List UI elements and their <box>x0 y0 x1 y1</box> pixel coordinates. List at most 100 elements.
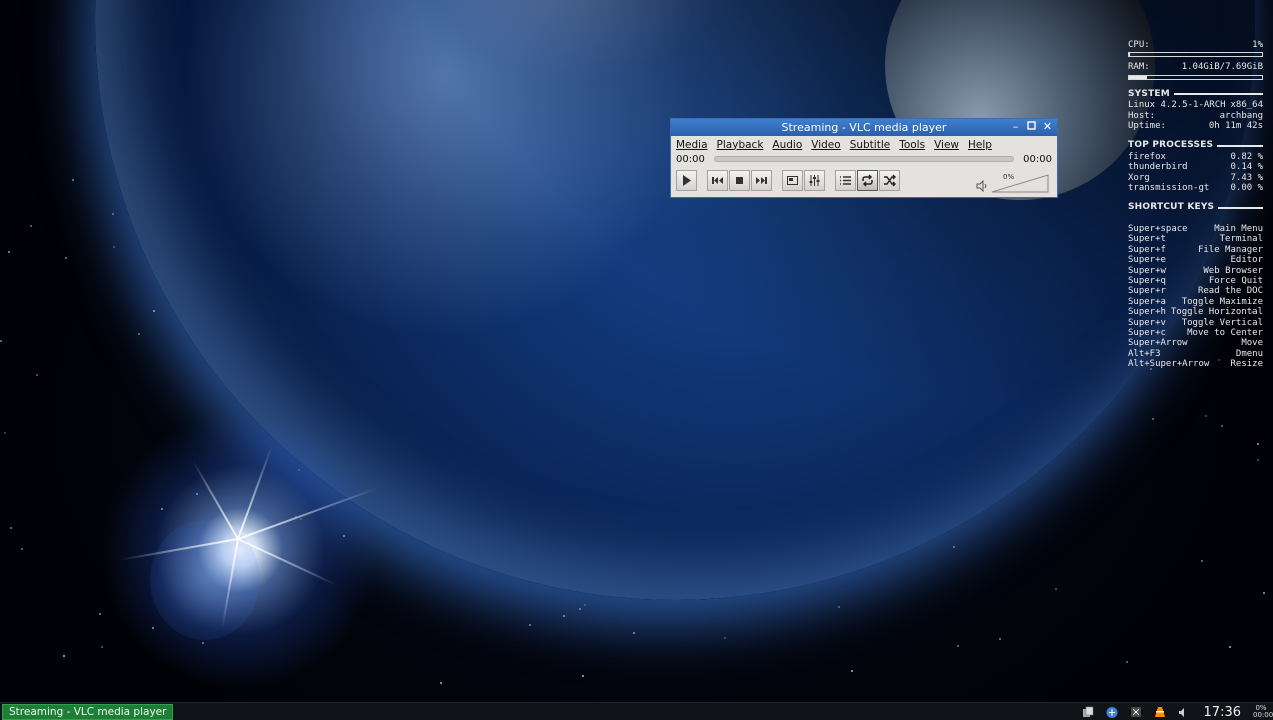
menu-audio[interactable]: Audio <box>772 139 802 151</box>
maximize-icon[interactable] <box>1026 121 1037 133</box>
shortcut-row-value: Main Menu <box>1214 223 1263 234</box>
shortcut-row: Super+f File Manager <box>1128 245 1263 255</box>
seek-slider[interactable] <box>713 156 1015 162</box>
menu-help[interactable]: Help <box>968 139 992 151</box>
cpu-value: 1% <box>1252 40 1263 50</box>
tray-indicator: 0% 00:00 <box>1253 705 1273 719</box>
speaker-icon[interactable] <box>976 180 988 192</box>
star <box>138 333 140 335</box>
stop-button[interactable] <box>729 169 750 191</box>
vlc-cone-icon[interactable] <box>1154 706 1166 718</box>
menu-playback[interactable]: Playback <box>717 139 764 151</box>
menu-media[interactable]: Media <box>676 139 708 151</box>
shortcut-row-value: Toggle Horizontal <box>1170 307 1263 318</box>
star <box>63 655 65 657</box>
close-icon[interactable]: ✕ <box>1042 121 1053 133</box>
shortcut-row: Super+Arrow Move <box>1128 338 1263 348</box>
process-row-label: transmission-gt <box>1128 183 1210 194</box>
menu-video[interactable]: Video <box>811 139 840 151</box>
shortcut-row-value: Terminal <box>1219 234 1263 245</box>
system-header: SYSTEM <box>1128 89 1263 99</box>
volume-icon[interactable] <box>1178 706 1190 718</box>
star <box>1257 443 1259 445</box>
system-row-label: Uptime: <box>1128 121 1166 132</box>
extended-settings-icon <box>809 174 820 186</box>
shuffle-button[interactable] <box>879 169 900 191</box>
vlc-window[interactable]: Streaming - VLC media player – ✕ Media Pl… <box>670 118 1058 198</box>
shortcut-row-label: Super+q <box>1128 275 1166 286</box>
shortcut-row-label: Super+t <box>1128 234 1166 245</box>
star <box>4 432 6 434</box>
star <box>724 637 726 639</box>
shortcut-row-value: Editor <box>1230 255 1263 266</box>
star <box>1152 418 1154 420</box>
shortcut-row-label: Super+e <box>1128 255 1166 266</box>
clock[interactable]: 17:36 <box>1204 705 1241 720</box>
shortcut-row: Super+a Toggle Maximize <box>1128 297 1263 307</box>
shortcut-row: Super+e Editor <box>1128 255 1263 265</box>
system-row-label: Host: <box>1128 110 1156 121</box>
desktop-wallpaper <box>0 0 1273 702</box>
files-icon[interactable] <box>1082 706 1094 718</box>
star <box>36 374 38 376</box>
shortcut-row-label: Super+w <box>1128 265 1166 276</box>
process-row-label: Xorg <box>1128 172 1150 183</box>
volume-slider[interactable] <box>991 173 1049 193</box>
system-row-label: Linux 4.2.5-1-ARCH <box>1128 100 1226 111</box>
process-row-value: 0.00 % <box>1230 183 1263 194</box>
shortcuts-header: SHORTCUT KEYS <box>1128 202 1263 212</box>
menu-subtitle[interactable]: Subtitle <box>850 139 891 151</box>
star <box>101 646 103 648</box>
star <box>1257 459 1259 461</box>
star <box>153 310 155 312</box>
playlist-icon <box>840 175 851 185</box>
processes-header-text: TOP PROCESSES <box>1128 140 1214 151</box>
loop-button[interactable] <box>857 169 878 191</box>
system-header-text: SYSTEM <box>1128 88 1170 99</box>
star <box>1229 646 1231 648</box>
fullscreen-button[interactable] <box>782 169 803 191</box>
volume-control[interactable]: 0% <box>976 173 1049 195</box>
star <box>1263 592 1265 594</box>
ram-bar <box>1128 74 1263 80</box>
vlc-tray-icon[interactable] <box>1130 706 1142 718</box>
system-tray: 17:36 0% 00:00 <box>1082 703 1273 720</box>
shortcut-row: Super+space Main Menu <box>1128 224 1263 234</box>
process-row-label: firefox <box>1128 151 1166 162</box>
vlc-menubar: Media Playback Audio Video Subtitle Tools View… <box>671 136 1057 153</box>
taskbar: Streaming - VLC media player 17:36 0% 00… <box>0 702 1273 720</box>
star <box>30 225 32 227</box>
process-row: thunderbird 0.14 % <box>1128 162 1263 172</box>
extended-settings-button[interactable] <box>804 169 825 191</box>
play-button[interactable] <box>676 169 697 191</box>
shortcut-row-value: Web Browser <box>1203 265 1263 276</box>
menu-tools[interactable]: Tools <box>899 139 925 151</box>
menu-view[interactable]: View <box>934 139 959 151</box>
vlc-titlebar[interactable]: Streaming - VLC media player – ✕ <box>671 119 1057 136</box>
system-list: Linux 4.2.5-1-ARCH x86_64 Host: archbang Upt… <box>1128 100 1263 131</box>
shortcut-row-label: Super+a <box>1128 296 1166 307</box>
system-row: Linux 4.2.5-1-ARCH x86_64 <box>1128 100 1263 110</box>
process-row-value: 0.82 % <box>1230 151 1263 162</box>
divider <box>1173 93 1263 96</box>
star <box>0 340 2 342</box>
star <box>21 548 23 550</box>
playlist-button[interactable] <box>835 169 856 191</box>
network-icon[interactable] <box>1105 706 1118 718</box>
time-total: 00:00 <box>1023 153 1052 165</box>
next-button[interactable] <box>751 169 772 191</box>
processes-header: TOP PROCESSES <box>1128 140 1263 150</box>
shortcut-row: Super+h Toggle Horizontal <box>1128 307 1263 317</box>
minimize-icon[interactable]: – <box>1010 121 1021 133</box>
star <box>65 257 67 259</box>
cpu-bar-fill <box>1129 53 1131 57</box>
shortcut-row-label: Alt+F3 <box>1128 348 1161 359</box>
ram-bar-fill <box>1129 75 1147 79</box>
previous-button[interactable] <box>707 169 728 191</box>
shortcut-row: Alt+F3 Dmenu <box>1128 349 1263 359</box>
taskbar-item-vlc[interactable]: Streaming - VLC media player <box>2 704 174 720</box>
shortcut-row-value: Force Quit <box>1208 275 1263 286</box>
star <box>953 546 955 548</box>
cpu-bar <box>1128 52 1263 58</box>
star <box>440 682 442 684</box>
